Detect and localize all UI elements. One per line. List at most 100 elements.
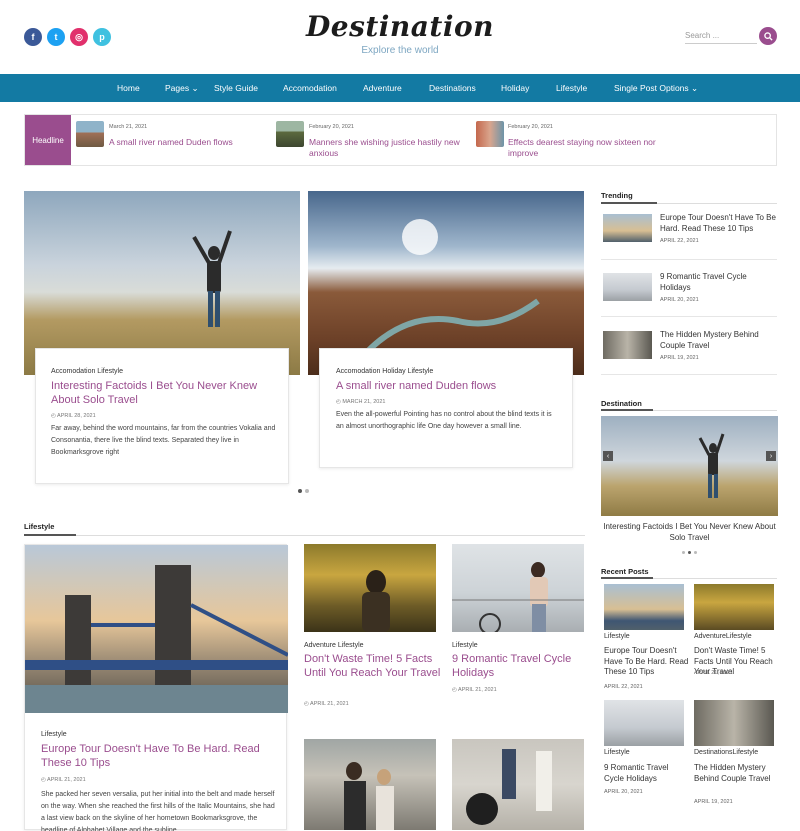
trending-date: APRIL 22, 2021	[660, 238, 699, 244]
couple-street	[344, 762, 394, 830]
nav-item-single-post-options[interactable]: Single Post Options ⌄	[614, 83, 698, 94]
search-button[interactable]	[759, 27, 777, 45]
post-title[interactable]: Don't Waste Time! 5 Facts Until You Reac…	[304, 652, 444, 680]
nav-item-accomodation[interactable]: Accomodation	[283, 83, 337, 93]
nav-item-lifestyle[interactable]: Lifestyle	[556, 83, 587, 93]
post-date: ◴ APRIL 21, 2021	[304, 701, 349, 707]
post-date: ◴ APRIL 21, 2021	[452, 687, 497, 693]
trending-date: APRIL 20, 2021	[660, 297, 699, 303]
featured-card: Accomodation Holiday Lifestyle A small r…	[319, 348, 573, 468]
search-input[interactable]: Search ...	[685, 28, 757, 44]
section-underline	[601, 409, 653, 411]
person-forest	[362, 570, 390, 632]
site-tagline: Explore the world	[361, 45, 439, 56]
post-title[interactable]: 9 Romantic Travel Cycle Holidays	[452, 652, 587, 680]
post-image[interactable]	[452, 544, 584, 632]
nav-item-holiday[interactable]: Holiday	[501, 83, 529, 93]
lifestyle-main-card: Lifestyle Europe Tour Doesn't Have To Be…	[24, 544, 288, 831]
post-image[interactable]	[304, 544, 436, 632]
slider-dot-active[interactable]	[298, 489, 302, 493]
nav-item-home[interactable]: Home	[117, 83, 140, 93]
recent-post-date: APRIL 22, 2021	[604, 684, 643, 690]
headline-date: February 20, 2021	[309, 124, 354, 130]
headline-ticker: Headline March 21, 2021 A small river na…	[24, 114, 777, 166]
post-category[interactable]: Accomodation Holiday Lifestyle	[336, 368, 433, 375]
person-silhouette	[698, 433, 725, 498]
post-category[interactable]: Lifestyle	[41, 731, 67, 738]
headline-label: Headline	[25, 115, 71, 165]
trending-thumb[interactable]	[603, 331, 652, 359]
recent-post-title[interactable]: Europe Tour Doesn't Have To Be Hard. Rea…	[604, 646, 690, 678]
headline-title[interactable]: Manners she wishing justice hastily new …	[309, 137, 479, 159]
headline-thumb[interactable]	[76, 121, 104, 147]
post-date: ◴ APRIL 28, 2021	[51, 413, 96, 419]
post-date: ◴ APRIL 21, 2021	[41, 777, 86, 783]
recent-post-thumb[interactable]	[694, 584, 774, 630]
divider	[601, 259, 777, 260]
headline-thumb[interactable]	[476, 121, 504, 147]
post-category[interactable]: Accomodation Lifestyle	[51, 368, 123, 375]
post-category[interactable]: DestinationsLifestyle	[694, 749, 758, 756]
trending-date: APRIL 19, 2021	[660, 355, 699, 361]
slider-dot[interactable]	[694, 551, 697, 554]
recent-post-thumb[interactable]	[604, 700, 684, 746]
tower-bridge	[25, 565, 288, 713]
recent-post-thumb[interactable]	[604, 584, 684, 630]
trending-title[interactable]: 9 Romantic Travel Cycle Holidays	[660, 271, 778, 293]
recent-post-thumb[interactable]	[694, 700, 774, 746]
post-title[interactable]: A small river named Duden flows	[336, 379, 561, 393]
divider	[601, 374, 777, 375]
post-category[interactable]: Lifestyle	[452, 642, 478, 649]
post-category[interactable]: Lifestyle	[604, 749, 630, 756]
headline-thumb[interactable]	[276, 121, 304, 147]
section-underline	[601, 202, 657, 204]
post-category[interactable]: AdventureLifestyle	[694, 633, 752, 640]
slider-prev-icon[interactable]: ‹	[603, 451, 613, 461]
featured-card: Accomodation Lifestyle Interesting Facto…	[35, 348, 289, 484]
section-heading-destination: Destination	[601, 399, 642, 408]
slider-dot-active[interactable]	[688, 551, 691, 554]
wedding-steps	[466, 749, 552, 825]
trending-title[interactable]: Europe Tour Doesn't Have To Be Hard. Rea…	[660, 212, 778, 234]
post-date-text: APRIL 21, 2021	[310, 701, 349, 707]
headline-title[interactable]: A small river named Duden flows	[109, 137, 269, 148]
nav-item-style-guide[interactable]: Style Guide	[214, 83, 258, 93]
trending-title[interactable]: The Hidden Mystery Behind Couple Travel	[660, 329, 778, 351]
post-title[interactable]: Interesting Factoids I Bet You Never Kne…	[51, 379, 276, 407]
search-icon	[763, 31, 773, 41]
post-excerpt: Far away, behind the word mountains, far…	[51, 425, 276, 456]
recent-post-date: APRIL 21, 2021	[694, 670, 733, 676]
headline-date: March 21, 2021	[109, 124, 148, 130]
main-nav: Home Pages ⌄ Style Guide Accomodation Ad…	[0, 74, 800, 102]
destination-slide-image[interactable]	[601, 416, 778, 516]
divider	[601, 316, 777, 317]
post-category[interactable]: Adventure Lifestyle	[304, 642, 364, 649]
recent-post-title[interactable]: 9 Romantic Travel Cycle Holidays	[604, 763, 690, 784]
post-image[interactable]	[25, 545, 288, 713]
section-divider	[24, 535, 585, 536]
nav-item-adventure[interactable]: Adventure	[363, 83, 402, 93]
nav-item-destinations[interactable]: Destinations	[429, 83, 476, 93]
trending-thumb[interactable]	[603, 214, 652, 242]
post-excerpt: Even the all-powerful Pointing has no co…	[336, 411, 552, 430]
post-date-text: APRIL 21, 2021	[47, 777, 86, 783]
slider-next-icon[interactable]: ›	[766, 451, 776, 461]
headline-title[interactable]: Effects dearest staying now sixteen nor …	[508, 137, 668, 159]
headline-date: February 20, 2021	[508, 124, 553, 130]
post-title[interactable]: Europe Tour Doesn't Have To Be Hard. Rea…	[41, 742, 276, 770]
recent-post-title[interactable]: The Hidden Mystery Behind Couple Travel	[694, 763, 778, 784]
recent-post-date: APRIL 19, 2021	[694, 799, 733, 805]
destination-caption[interactable]: Interesting Factoids I Bet You Never Kne…	[601, 521, 778, 543]
post-image[interactable]	[304, 739, 436, 830]
post-image[interactable]	[452, 739, 584, 830]
nav-item-pages[interactable]: Pages ⌄	[165, 83, 199, 94]
post-excerpt: She packed her seven versalia, put her i…	[41, 791, 275, 831]
section-heading-recent-posts: Recent Posts	[601, 567, 649, 576]
post-date-text: MARCH 21, 2021	[342, 399, 386, 405]
section-heading-lifestyle: Lifestyle	[24, 522, 55, 531]
slider-dot[interactable]	[305, 489, 309, 493]
post-category[interactable]: Lifestyle	[604, 633, 630, 640]
slider-dot[interactable]	[682, 551, 685, 554]
trending-thumb[interactable]	[603, 273, 652, 301]
site-logo[interactable]: Destination	[0, 10, 800, 43]
